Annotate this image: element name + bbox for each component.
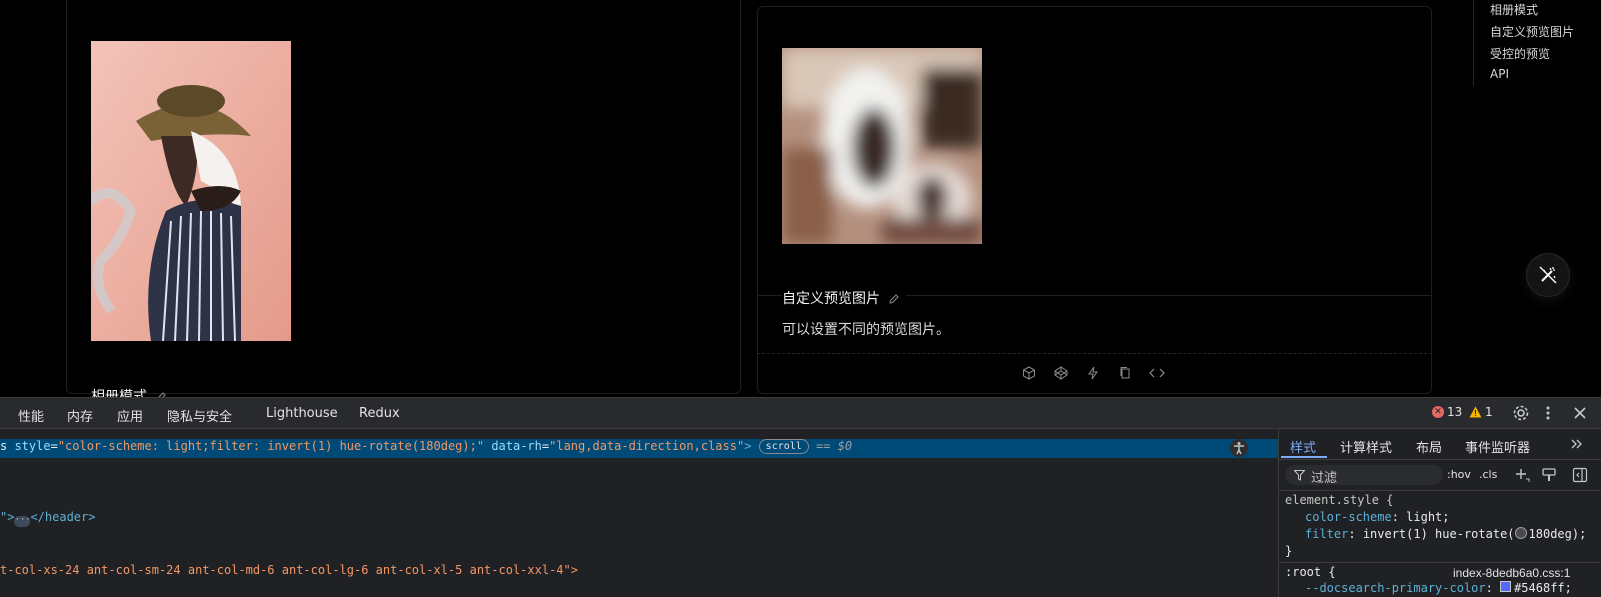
- anchor-nav: 相册模式 自定义预览图片 受控的预览 API: [1473, 0, 1601, 86]
- color-swatch[interactable]: [1500, 581, 1512, 592]
- stylesheet-source-link[interactable]: index-8dedb6a0.css:1: [1453, 566, 1570, 580]
- tab-event-listeners[interactable]: 事件监听器: [1465, 437, 1530, 456]
- page-content: 相册模式 自定义预览图片 可以设置不同的预览图片。 相册模式 自定义预览图片 受…: [0, 0, 1601, 397]
- tab-layout[interactable]: 布局: [1416, 437, 1442, 456]
- collapsed-ellipsis-icon[interactable]: ···: [14, 516, 31, 527]
- angle-clock-icon[interactable]: [1514, 527, 1527, 539]
- tab-performance[interactable]: 性能: [18, 406, 44, 425]
- toggle-sidebar-icon[interactable]: [1572, 467, 1588, 487]
- theme-toggle-button[interactable]: [1527, 254, 1569, 296]
- copy-icon[interactable]: [1116, 364, 1134, 382]
- thunder-icon[interactable]: [1084, 364, 1102, 382]
- card-title-custom-preview: 自定义预览图片: [782, 288, 907, 308]
- tree-row-col[interactable]: t-col-xs-24 ant-col-sm-24 ant-col-md-6 a…: [0, 563, 578, 577]
- codesandbox-icon[interactable]: [1020, 364, 1038, 382]
- styles-filter-bar: 过滤 :hov .cls: [1279, 460, 1601, 491]
- tab-lighthouse[interactable]: Lighthouse: [266, 406, 338, 421]
- rule-close-brace: }: [1285, 544, 1293, 558]
- codepen-icon[interactable]: [1052, 364, 1070, 382]
- devtools-panel: 性能 内存 应用 隐私与安全 Lighthouse Redux ✕ 13 1 s…: [0, 397, 1601, 597]
- card-title-album: 相册模式: [91, 386, 167, 397]
- tab-computed[interactable]: 计算样式: [1340, 437, 1392, 456]
- card-description: 可以设置不同的预览图片。: [782, 322, 950, 338]
- class-toggle[interactable]: .cls: [1479, 468, 1497, 481]
- active-tab-indicator: [1281, 456, 1327, 458]
- tab-redux[interactable]: Redux: [359, 406, 400, 421]
- hover-state-toggle[interactable]: :hov: [1447, 468, 1471, 481]
- style-declaration-docsearch-color[interactable]: --docsearch-primary-color: #5468ff;: [1305, 581, 1572, 595]
- anchor-item-controlled[interactable]: 受控的预览: [1490, 45, 1550, 62]
- tab-application[interactable]: 应用: [117, 406, 143, 425]
- close-icon[interactable]: [1573, 405, 1587, 424]
- tree-row-header[interactable]: ">···</header>: [0, 510, 95, 527]
- filter-input[interactable]: 过滤: [1285, 465, 1443, 486]
- selected-node-row[interactable]: s style="color-scheme: light;filter: inv…: [0, 439, 1278, 458]
- anchor-item-album[interactable]: 相册模式: [1490, 1, 1538, 18]
- scroll-badge[interactable]: scroll: [758, 439, 809, 454]
- anchor-item-api[interactable]: API: [1490, 67, 1509, 81]
- accessibility-icon[interactable]: [1230, 439, 1248, 460]
- anchor-item-custom-preview[interactable]: 自定义预览图片: [1490, 23, 1574, 40]
- edit-icon[interactable]: [888, 293, 900, 305]
- preview-image-custom[interactable]: [782, 48, 982, 244]
- tab-styles[interactable]: 样式: [1290, 437, 1316, 456]
- elements-tree: s style="color-scheme: light;filter: inv…: [0, 429, 1278, 597]
- tab-privacy-security[interactable]: 隐私与安全: [167, 406, 232, 425]
- code-icon[interactable]: [1148, 364, 1166, 382]
- more-options-icon[interactable]: [1545, 404, 1551, 426]
- warning-count-badge[interactable]: 1: [1469, 405, 1493, 419]
- rule-root: :root {: [1285, 565, 1336, 579]
- rule-element-style: element.style {: [1285, 493, 1394, 507]
- styles-pane: 样式 计算样式 布局 事件监听器 过滤 :hov .cls element.st…: [1278, 429, 1601, 597]
- warning-icon: [1469, 406, 1482, 418]
- actions-divider: [757, 353, 1432, 354]
- error-icon: ✕: [1432, 406, 1444, 418]
- styles-tabbar: 样式 计算样式 布局 事件监听器: [1279, 429, 1601, 460]
- magic-wand-icon: [1539, 266, 1557, 284]
- devtools-tabbar: 性能 内存 应用 隐私与安全 Lighthouse Redux ✕ 13 1: [0, 398, 1601, 429]
- new-rule-icon[interactable]: [1514, 467, 1530, 487]
- more-tabs-chevron-icon[interactable]: [1569, 436, 1583, 455]
- rule-separator: [1279, 562, 1601, 563]
- style-declaration-filter[interactable]: filter: invert(1) hue-rotate(180deg);: [1305, 527, 1586, 541]
- settings-gear-icon[interactable]: [1512, 404, 1530, 426]
- filter-icon: [1294, 470, 1305, 481]
- tab-memory[interactable]: 内存: [67, 406, 93, 425]
- style-declaration-color-scheme[interactable]: color-scheme: light;: [1305, 510, 1450, 524]
- paint-brush-icon[interactable]: [1541, 467, 1557, 487]
- error-count-badge[interactable]: ✕ 13: [1432, 405, 1462, 419]
- preview-image-album[interactable]: [91, 41, 291, 341]
- code-actions: [1020, 364, 1166, 382]
